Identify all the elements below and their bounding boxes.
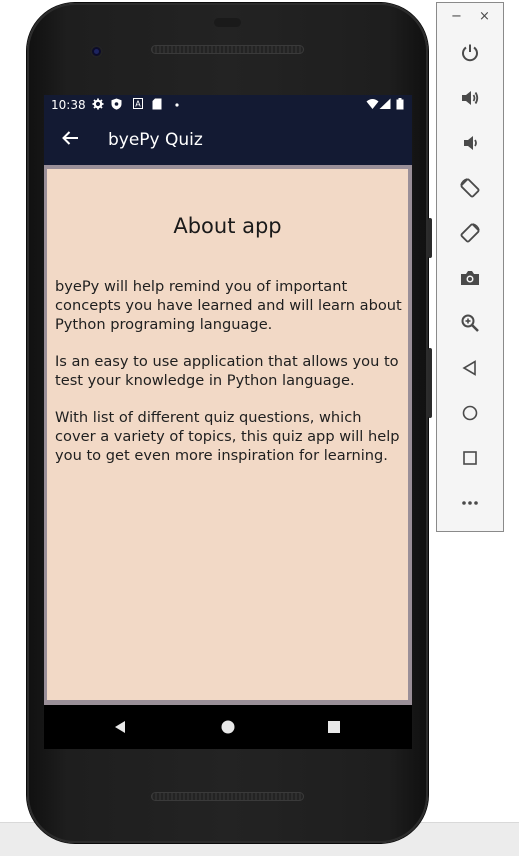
paragraph-usage: Is an easy to use application that allow… (55, 353, 399, 389)
overview-icon[interactable] (458, 446, 482, 470)
minimize-button[interactable]: − (451, 9, 462, 24)
volume-down-icon[interactable] (458, 131, 482, 155)
page-heading: About app (173, 214, 282, 238)
power-icon[interactable] (458, 41, 482, 65)
app-title: byePy Quiz (108, 130, 203, 150)
recents-square-icon[interactable] (324, 717, 344, 737)
phone-screen: 10:38 A byePy Quiz About app byePy will … (44, 95, 412, 705)
phone-volume-button (428, 348, 432, 418)
volume-up-icon[interactable] (458, 86, 482, 110)
content-area: About app byePy will help remind you of … (44, 165, 412, 705)
app-bar: byePy Quiz (44, 115, 412, 165)
bottom-speaker-grille (151, 792, 304, 801)
status-bar: 10:38 A (44, 95, 412, 115)
wifi-icon (366, 98, 379, 114)
arrow-left-icon[interactable] (58, 127, 82, 151)
status-time: 10:38 (51, 98, 86, 112)
svg-text:A: A (135, 100, 141, 109)
home-circle-icon[interactable] (218, 717, 238, 737)
dot-icon (175, 98, 179, 114)
a-icon: A (133, 98, 143, 113)
more-icon[interactable] (458, 491, 482, 515)
top-speaker-grille (151, 45, 304, 54)
signal-icon (379, 98, 391, 114)
about-card: About app byePy will help remind you of … (47, 169, 408, 700)
paragraph-intro: byePy will help remind you of important … (55, 278, 402, 333)
front-camera (90, 45, 103, 58)
back-triangle-icon[interactable] (110, 717, 130, 737)
rotate-left-icon[interactable] (458, 176, 482, 200)
phone-earpiece (214, 18, 241, 27)
home-icon[interactable] (458, 401, 482, 425)
phone-side-button (428, 218, 432, 258)
battery-icon (396, 98, 404, 114)
emulator-side-panel: − × (436, 2, 504, 532)
rotate-right-icon[interactable] (458, 221, 482, 245)
close-button[interactable]: × (479, 9, 490, 24)
paragraph-topics: With list of different quiz questions, w… (55, 409, 400, 464)
android-nav-bar (44, 705, 412, 749)
zoom-icon[interactable] (458, 311, 482, 335)
back-icon[interactable] (458, 356, 482, 380)
camera-icon[interactable] (458, 266, 482, 290)
shield-icon (111, 98, 122, 114)
settings-icon (92, 98, 104, 114)
sd-card-icon (152, 98, 162, 114)
